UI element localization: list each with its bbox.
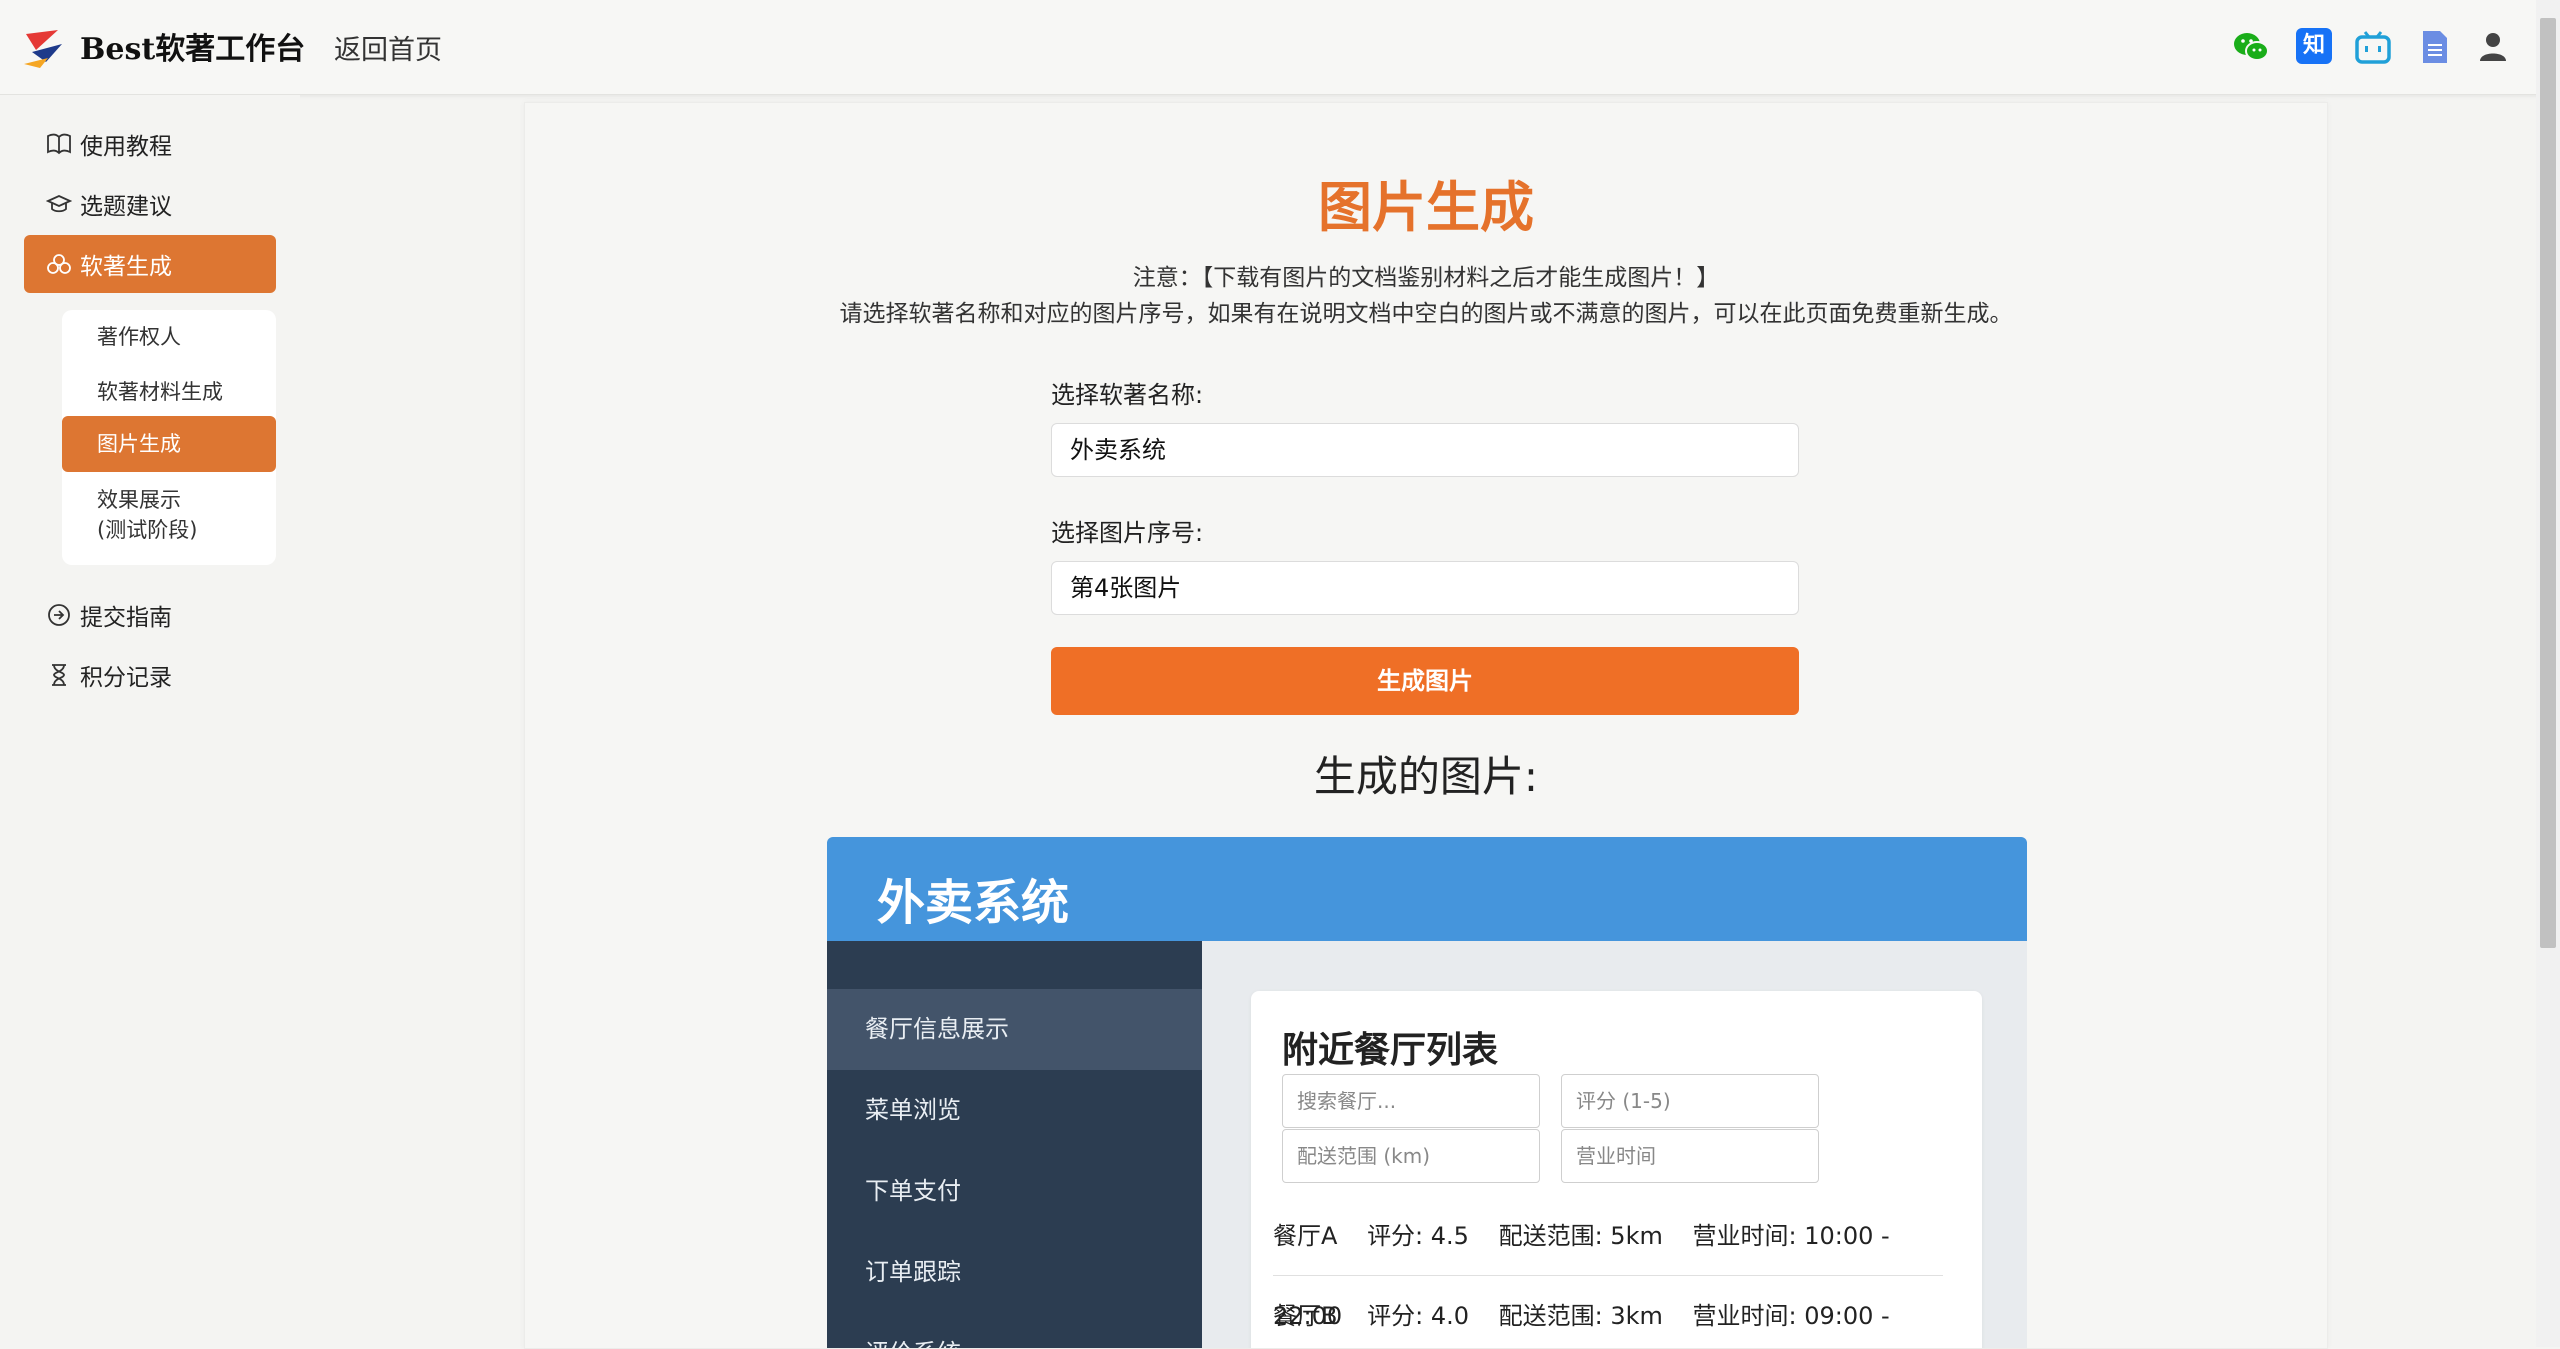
preview-title: 外卖系统 (877, 875, 1070, 931)
sub-item-showcase[interactable]: 效果展示 (测试阶段) (62, 485, 276, 545)
copyright-icon (47, 254, 71, 274)
generated-image: 外卖系统 餐厅信息展示 菜单浏览 下单支付 订单跟踪 评价系统 附近餐厅列表 搜… (827, 837, 2027, 1348)
bilibili-icon[interactable] (2354, 28, 2392, 66)
sidebar-item-label: 积分记录 (80, 665, 172, 691)
preview-panel-title: 附近餐厅列表 (1282, 1030, 1499, 1071)
sub-item-materials[interactable]: 软著材料生成 (62, 377, 276, 407)
hourglass-icon (52, 664, 66, 686)
book-icon (47, 133, 71, 155)
logo-icon[interactable] (22, 28, 64, 68)
sidebar-item-label: 提交指南 (80, 605, 172, 631)
sidebar-item-points[interactable]: 积分记录 (24, 646, 276, 704)
notice-line-2: 请选择软著名称和对应的图片序号，如果有在说明文档中空白的图片或不满意的图片，可以… (839, 301, 2013, 327)
preview-header: 外卖系统 (827, 837, 2027, 941)
restaurant-rating: 评分: 4.5 (1367, 1222, 1469, 1250)
restaurant-name: 餐厅B (1273, 1302, 1338, 1330)
preview-rating-input: 评分 (1-5) (1561, 1074, 1819, 1128)
sidebar-item-generate[interactable]: 软著生成 (24, 235, 276, 293)
preview-restaurant-row: 餐厅B 评分: 4.0 配送范围: 3km 营业时间: 09:00 - 21:0… (1273, 1276, 1943, 1348)
notice-line-1: 注意：【下载有图片的文档鉴别材料之后才能生成图片！】 (1132, 265, 1720, 291)
preview-search-input: 搜索餐厅... (1282, 1074, 1540, 1128)
preview-nav-item: 下单支付 (865, 1177, 961, 1205)
preview-hours-input: 营业时间 (1561, 1129, 1819, 1183)
zhihu-icon[interactable]: 知 (2296, 28, 2332, 64)
image-index-label: 选择图片序号: (1051, 519, 1204, 547)
preview-nav-item: 菜单浏览 (865, 1096, 961, 1124)
sidebar-item-label: 选题建议 (80, 194, 172, 220)
arrow-circle-icon (48, 604, 70, 626)
image-index-select[interactable]: 第4张图片 (1051, 561, 1799, 615)
generated-image-heading: 生成的图片: (1313, 752, 1539, 801)
back-home-link[interactable]: 返回首页 (334, 28, 442, 67)
restaurant-range: 配送范围: 3km (1498, 1302, 1663, 1330)
sidebar: 使用教程 选题建议 软著生成 著作权人 软著材料生成 图片生成 效果展示 (测试… (0, 95, 300, 1347)
top-bar: Best软著工作台 返回首页 知 (0, 0, 2560, 95)
sidebar-item-label: 使用教程 (80, 134, 172, 160)
wechat-icon[interactable] (2232, 28, 2270, 66)
sub-item-copyright-owner[interactable]: 著作权人 (62, 322, 276, 352)
scrollbar-thumb[interactable] (2540, 18, 2556, 948)
page-scrollbar[interactable] (2536, 0, 2560, 1347)
main-card: 图片生成 注意：【下载有图片的文档鉴别材料之后才能生成图片！】 请选择软著名称和… (524, 102, 2328, 1349)
restaurant-range: 配送范围: 5km (1498, 1222, 1663, 1250)
user-icon[interactable] (2474, 28, 2512, 66)
preview-nav-item: 评价系统 (827, 1313, 1202, 1348)
software-name-label: 选择软著名称: (1051, 381, 1204, 409)
sub-item-label: 效果展示 (97, 488, 181, 512)
page-title: 图片生成 (1318, 175, 1534, 239)
restaurant-rating: 评分: 4.0 (1367, 1302, 1469, 1330)
graduation-cap-icon (46, 195, 72, 213)
sub-item-label-note: (测试阶段) (97, 518, 198, 542)
preview-nav-item: 餐厅信息展示 (827, 989, 1202, 1070)
sidebar-item-submit-guide[interactable]: 提交指南 (24, 586, 276, 644)
preview-restaurant-row: 餐厅A 评分: 4.5 配送范围: 5km 营业时间: 10:00 - 22:0… (1273, 1196, 1943, 1330)
document-icon[interactable] (2416, 28, 2454, 66)
sidebar-item-topics[interactable]: 选题建议 (24, 175, 276, 233)
preview-sidebar: 餐厅信息展示 菜单浏览 下单支付 订单跟踪 评价系统 (827, 941, 1202, 1348)
software-name-select[interactable]: 外卖系统 (1051, 423, 1799, 477)
preview-range-input: 配送范围 (km) (1282, 1129, 1540, 1183)
generate-image-button[interactable]: 生成图片 (1051, 647, 1799, 715)
sidebar-item-tutorial[interactable]: 使用教程 (24, 115, 276, 173)
sub-nav: 著作权人 软著材料生成 图片生成 效果展示 (测试阶段) (62, 310, 276, 565)
restaurant-name: 餐厅A (1273, 1222, 1338, 1250)
brand-title[interactable]: Best软著工作台 (80, 24, 305, 68)
preview-panel: 附近餐厅列表 搜索餐厅... 评分 (1-5) 配送范围 (km) 营业时间 餐… (1251, 991, 1982, 1348)
sub-item-image-generate[interactable]: 图片生成 (62, 416, 276, 472)
sidebar-item-label: 软著生成 (80, 254, 172, 280)
preview-nav-item: 订单跟踪 (865, 1258, 961, 1286)
